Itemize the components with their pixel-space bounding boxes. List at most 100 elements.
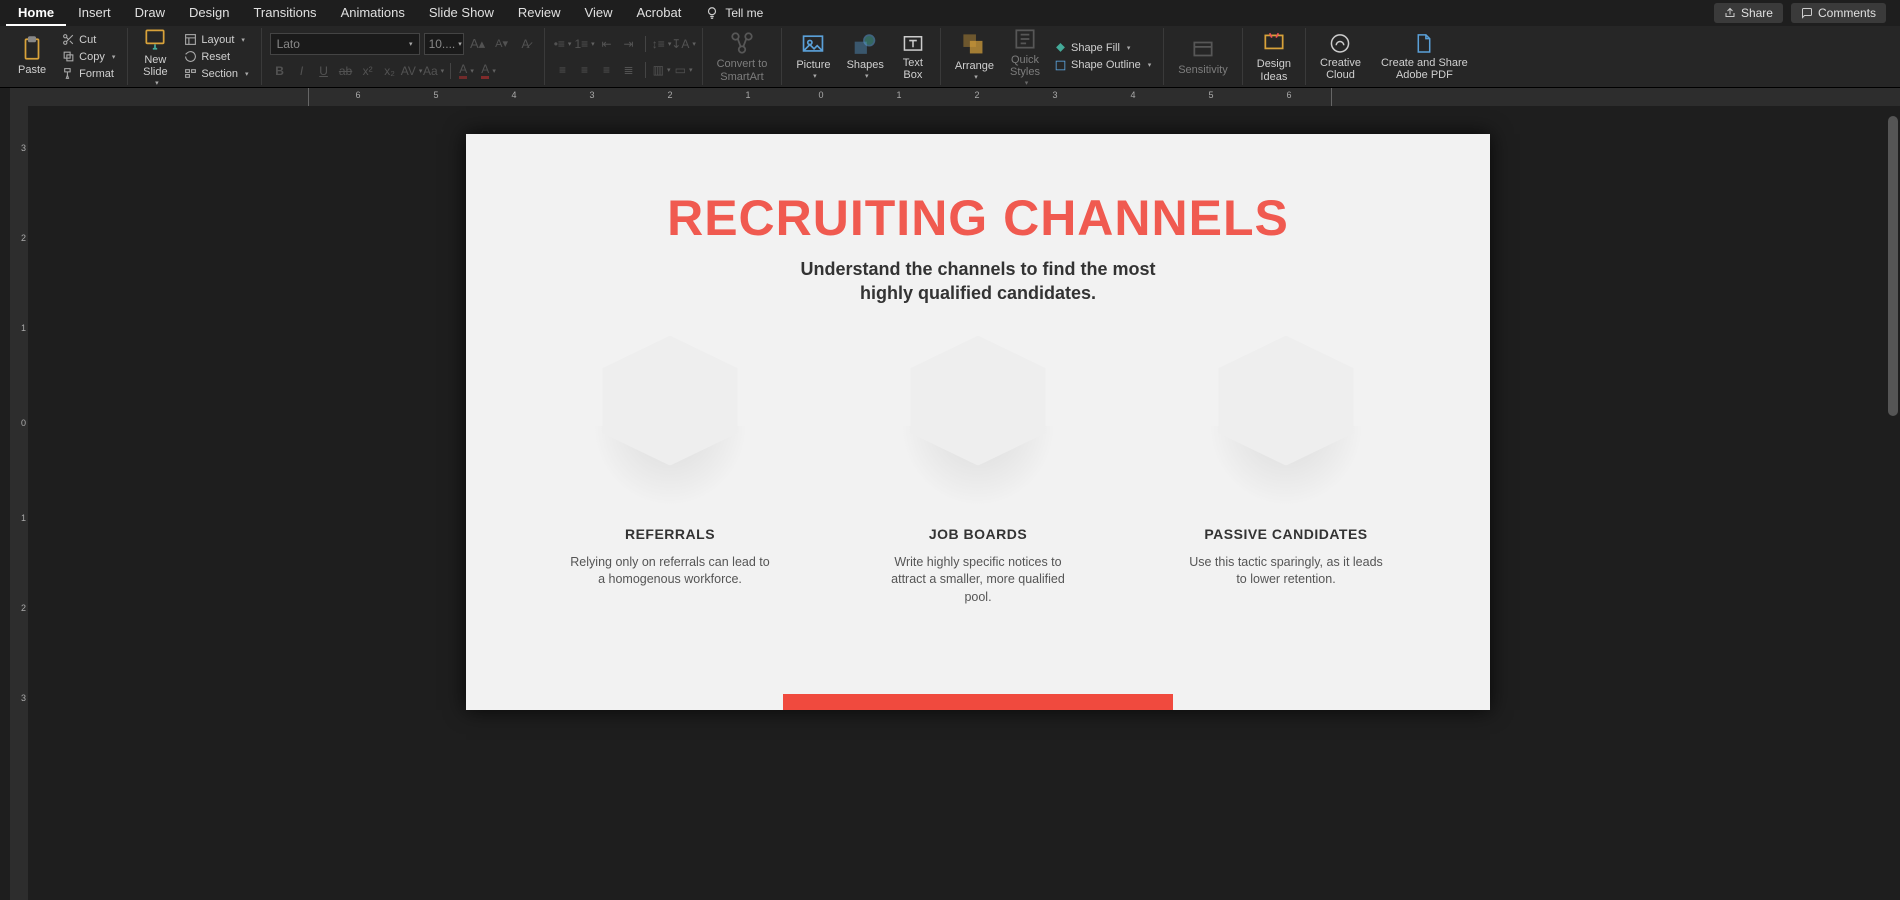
font-fill-button[interactable]: A	[457, 61, 477, 81]
comments-button[interactable]: Comments	[1791, 3, 1886, 23]
clear-formatting-button[interactable]: A̷	[516, 34, 536, 54]
hruler-tick: 6	[355, 90, 360, 100]
decrease-font-button[interactable]: A▾	[492, 34, 512, 54]
increase-font-button[interactable]: A▴	[468, 34, 488, 54]
slide-title[interactable]: RECRUITING CHANNELS	[466, 134, 1490, 247]
cut-label: Cut	[79, 34, 96, 46]
tab-home[interactable]: Home	[6, 1, 66, 26]
convert-smartart-label: Convert to SmartArt	[717, 58, 768, 82]
decrease-indent-button[interactable]: ⇤	[597, 34, 617, 54]
align-left-button[interactable]: ≡	[553, 60, 573, 80]
hexagon-shape[interactable]	[585, 336, 755, 486]
separator	[645, 62, 646, 78]
picture-label: Picture	[796, 59, 830, 71]
menubar: Home Insert Draw Design Transitions Anim…	[0, 0, 1900, 26]
design-ideas-button[interactable]: Design Ideas	[1251, 28, 1297, 84]
text-direction-button[interactable]: ↧A	[674, 34, 694, 54]
shape-outline-button[interactable]: Shape Outline	[1050, 58, 1155, 73]
hexagon-shape[interactable]	[893, 336, 1063, 486]
tab-animations[interactable]: Animations	[329, 1, 417, 26]
change-case-button[interactable]: Aa	[424, 61, 444, 81]
tell-me[interactable]: Tell me	[693, 1, 775, 26]
font-color-button[interactable]: A	[479, 61, 499, 81]
align-right-button[interactable]: ≡	[597, 60, 617, 80]
underline-button[interactable]: U	[314, 61, 334, 81]
paste-button[interactable]: Paste	[12, 34, 52, 78]
tab-review[interactable]: Review	[506, 1, 573, 26]
separator	[450, 63, 451, 79]
justify-button[interactable]: ≣	[619, 60, 639, 80]
slide[interactable]: RECRUITING CHANNELS Understand the chann…	[466, 134, 1490, 710]
bullets-button[interactable]: •≡	[553, 34, 573, 54]
column-referrals[interactable]: REFERRALS Relying only on referrals can …	[540, 336, 800, 607]
font-name-select[interactable]: Lato	[270, 33, 420, 55]
quick-styles-label: Quick Styles	[1010, 54, 1040, 78]
tab-insert[interactable]: Insert	[66, 1, 123, 26]
quick-styles-button[interactable]: Quick Styles	[1004, 24, 1046, 90]
columns-icon: ▥	[653, 63, 664, 77]
tab-design[interactable]: Design	[177, 1, 241, 26]
columns-button[interactable]: ▥	[652, 60, 672, 80]
align-text-button[interactable]: ▭	[674, 60, 694, 80]
strikethrough-button[interactable]: ab	[336, 61, 356, 81]
slide-canvas[interactable]: RECRUITING CHANNELS Understand the chann…	[56, 106, 1900, 900]
vertical-scrollbar[interactable]	[1886, 106, 1900, 900]
tab-transitions[interactable]: Transitions	[241, 1, 328, 26]
tab-draw[interactable]: Draw	[123, 1, 177, 26]
hexagon-shape[interactable]	[1201, 336, 1371, 486]
tab-acrobat[interactable]: Acrobat	[625, 1, 694, 26]
layout-button[interactable]: Layout	[180, 32, 252, 47]
subscript-button[interactable]: x₂	[380, 61, 400, 81]
align-text-icon: ▭	[675, 63, 686, 77]
sensitivity-button[interactable]: Sensitivity	[1172, 34, 1234, 78]
align-center-button[interactable]: ≡	[575, 60, 595, 80]
adobe-pdf-button[interactable]: Create and Share Adobe PDF	[1375, 30, 1474, 83]
reset-button[interactable]: Reset	[180, 49, 252, 64]
group-insert: Picture Shapes Text Box	[782, 28, 941, 85]
column-passive-candidates[interactable]: PASSIVE CANDIDATES Use this tactic spari…	[1156, 336, 1416, 607]
comment-icon	[1801, 7, 1813, 19]
bullets-icon: •≡	[554, 37, 565, 51]
line-spacing-button[interactable]: ↕≡	[652, 34, 672, 54]
new-slide-button[interactable]: New Slide	[136, 24, 174, 90]
format-painter-button[interactable]: Format	[58, 66, 119, 81]
arrange-button[interactable]: Arrange	[949, 30, 1000, 84]
clear-formatting-icon: A̷	[522, 37, 530, 51]
cut-button[interactable]: Cut	[58, 32, 119, 47]
text-highlight-button[interactable]: AV	[402, 61, 422, 81]
shapes-button[interactable]: Shapes	[841, 30, 890, 83]
italic-button[interactable]: I	[292, 61, 312, 81]
font-size-select[interactable]: 10....	[424, 33, 464, 55]
format-label: Format	[79, 68, 114, 80]
decrease-indent-icon: ⇤	[602, 37, 612, 51]
creative-cloud-button[interactable]: Creative Cloud	[1314, 30, 1367, 83]
increase-indent-button[interactable]: ⇥	[619, 34, 639, 54]
scissors-icon	[62, 33, 75, 46]
share-button[interactable]: Share	[1714, 3, 1783, 23]
bold-button[interactable]: B	[270, 61, 290, 81]
scrollbar-thumb[interactable]	[1888, 116, 1898, 416]
copy-button[interactable]: Copy	[58, 49, 119, 64]
hruler-tick: 2	[974, 90, 979, 100]
column-job-boards[interactable]: JOB BOARDS Write highly specific notices…	[848, 336, 1108, 607]
slide-subtitle[interactable]: Understand the channels to find the most…	[466, 257, 1490, 306]
section-button[interactable]: Section	[180, 66, 252, 81]
convert-smartart-button[interactable]: Convert to SmartArt	[711, 28, 774, 84]
accent-bar[interactable]	[783, 694, 1173, 710]
superscript-button[interactable]: x²	[358, 61, 378, 81]
section-icon	[184, 67, 197, 80]
shape-fill-button[interactable]: Shape Fill	[1050, 41, 1155, 56]
group-clipboard: Paste Cut Copy Format	[4, 28, 128, 85]
tab-view[interactable]: View	[573, 1, 625, 26]
vruler-tick: 2	[21, 233, 26, 243]
text-box-button[interactable]: Text Box	[894, 30, 932, 83]
reset-icon	[184, 50, 197, 63]
subtitle-line1: Understand the channels to find the most	[800, 259, 1155, 279]
ruler-margin-right	[1331, 88, 1332, 106]
workspace: 3 2 1 0 1 2 3 6 5 4 3 2 1 0 1 2 3 4 5 6 …	[0, 88, 1900, 900]
vruler-tick: 3	[21, 693, 26, 703]
tab-slide-show[interactable]: Slide Show	[417, 1, 506, 26]
picture-button[interactable]: Picture	[790, 30, 836, 83]
numbering-button[interactable]: 1≡	[575, 34, 595, 54]
change-case-icon: Aa	[423, 64, 438, 78]
